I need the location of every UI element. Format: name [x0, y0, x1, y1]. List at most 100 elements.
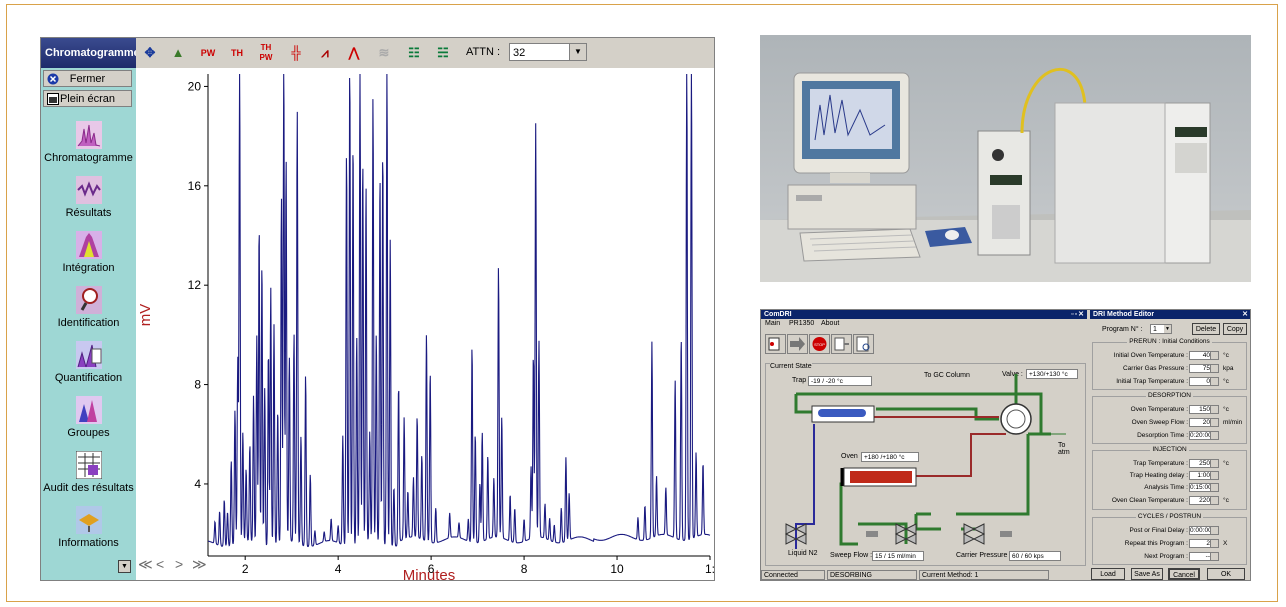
ok-button[interactable]: OK: [1207, 568, 1245, 580]
field-input[interactable]: 0:15:00: [1189, 483, 1219, 492]
field-input[interactable]: --: [1189, 552, 1219, 561]
save-as-button[interactable]: Save As: [1131, 568, 1163, 580]
field-row: Oven Clean Temperature :220 °c: [1093, 496, 1248, 506]
nav-label: Chromatogramme: [44, 152, 133, 164]
chromatogram-chart: 481216202468101:mVMinutes: [137, 73, 715, 584]
menu-pr1350[interactable]: PR1350: [789, 320, 814, 327]
field-input[interactable]: 0:20:00: [1189, 431, 1219, 440]
field-input[interactable]: 0: [1189, 377, 1219, 386]
field-row: Initial Trap Temperature :0 °c: [1093, 377, 1248, 387]
spinner-icon[interactable]: [1210, 352, 1218, 359]
identification-icon: [75, 286, 102, 314]
last-arrow[interactable]: ≫: [192, 556, 207, 573]
spinner-icon[interactable]: [1210, 527, 1218, 534]
field-input[interactable]: 2: [1189, 539, 1219, 548]
report-icon: [856, 336, 870, 352]
spinner-icon[interactable]: [1210, 484, 1218, 491]
program-select[interactable]: 1 ▼: [1150, 324, 1172, 334]
delete-button[interactable]: Delete: [1192, 323, 1220, 335]
field-label: Next Program :: [1144, 553, 1188, 560]
spinner-icon[interactable]: [1210, 497, 1218, 504]
th-icon[interactable]: TH: [227, 43, 247, 63]
add-baseline-icon[interactable]: ╬: [286, 43, 306, 63]
program-value: 1: [1153, 326, 1157, 333]
nav-label: Groupes: [67, 427, 110, 439]
field-input[interactable]: 40: [1189, 351, 1219, 360]
nav-audit[interactable]: Audit des résultats: [41, 451, 136, 507]
prev-arrow[interactable]: <: [156, 556, 164, 572]
window-controls-icon[interactable]: ▫▫✕: [1071, 310, 1085, 319]
y-axis-label: mV: [137, 304, 154, 327]
nav-resultats[interactable]: Résultats: [41, 176, 136, 232]
field-input[interactable]: 75: [1189, 364, 1219, 373]
overlay-icon[interactable]: ≋: [374, 43, 394, 63]
spinner-icon[interactable]: [1210, 378, 1218, 385]
next-arrow[interactable]: >: [175, 556, 183, 572]
spinner-icon[interactable]: [1210, 553, 1218, 560]
nav-groupes[interactable]: Groupes: [41, 396, 136, 452]
attn-select[interactable]: 32 ▼: [509, 43, 587, 61]
spinner-icon[interactable]: [1210, 406, 1218, 413]
nav-chromatogramme[interactable]: Chromatogramme: [41, 121, 136, 177]
move-icon[interactable]: ✥: [140, 43, 160, 63]
x-tick-label: 4: [335, 562, 342, 576]
field-label: Initial Trap Temperature :: [1116, 378, 1188, 385]
nav-quantification[interactable]: Quantification: [41, 341, 136, 397]
field-input[interactable]: 0:00:00: [1189, 526, 1219, 535]
spinner-icon[interactable]: [1210, 419, 1218, 426]
first-arrow[interactable]: ≪: [138, 556, 153, 573]
nav-informations[interactable]: Informations: [41, 506, 136, 562]
report-icon[interactable]: ☵: [433, 43, 453, 63]
close-icon[interactable]: ✕: [1242, 310, 1248, 319]
scroll-down-button[interactable]: ▼: [118, 560, 131, 573]
field-label: Trap Temperature :: [1133, 460, 1188, 467]
nav-identification[interactable]: Identification: [41, 286, 136, 342]
field-label: Oven Clean Temperature :: [1111, 497, 1188, 504]
copy-button[interactable]: Copy: [1223, 323, 1247, 335]
comdri-window: ComDRI ▫▫✕ Main PR1350 About STOP Curren…: [760, 309, 1251, 581]
editor-title: DRI Method Editor: [1093, 311, 1155, 318]
fullscreen-icon: [47, 93, 59, 105]
chevron-down-icon[interactable]: ▼: [1164, 325, 1171, 333]
curve-icon[interactable]: ⋀: [344, 43, 364, 63]
field-input[interactable]: 250: [1189, 459, 1219, 468]
spinner-icon[interactable]: [1210, 472, 1218, 479]
close-button[interactable]: Fermer: [43, 70, 132, 87]
cancel-button[interactable]: Cancel: [1168, 568, 1200, 580]
menu-main[interactable]: Main: [765, 320, 780, 327]
stop-button[interactable]: STOP: [809, 334, 830, 354]
chromatogram-icon: [75, 121, 102, 149]
start-button[interactable]: [787, 334, 808, 354]
stop-icon: STOP: [812, 337, 827, 351]
compare-icon[interactable]: ☷: [404, 43, 424, 63]
menu-about[interactable]: About: [821, 320, 839, 327]
field-row: Analysis Time :0:15:00: [1093, 483, 1248, 493]
nav-integration[interactable]: Intégration: [41, 231, 136, 287]
field-unit: °c: [1223, 460, 1229, 467]
field-input[interactable]: 20: [1189, 418, 1219, 427]
spinner-icon[interactable]: [1210, 432, 1218, 439]
nav-label: Résultats: [65, 207, 112, 219]
connect-button[interactable]: [765, 334, 786, 354]
peak-icon[interactable]: ▲: [168, 43, 188, 63]
th-pw-icon[interactable]: TH PW: [256, 43, 276, 63]
spinner-icon[interactable]: [1210, 365, 1218, 372]
fullscreen-label: Plein écran: [59, 93, 116, 105]
fullscreen-button[interactable]: Plein écran: [43, 90, 132, 107]
field-unit: °c: [1223, 378, 1229, 385]
chevron-down-icon[interactable]: ▼: [569, 44, 586, 60]
audit-icon: [75, 451, 102, 479]
load-from-button[interactable]: Load From: [1091, 568, 1125, 580]
spinner-icon[interactable]: [1210, 460, 1218, 467]
chromatogram-window: Chromatogramme ✥ ▲ PW TH TH PW ╬ ⩘ ⋀ ≋ ☷ …: [40, 37, 715, 584]
manual-integrate-icon[interactable]: ⩘: [315, 43, 335, 63]
close-label: Fermer: [69, 73, 106, 85]
spinner-icon[interactable]: [1210, 540, 1218, 547]
field-input[interactable]: 1:00: [1189, 471, 1219, 480]
method-button[interactable]: [831, 334, 852, 354]
pw-icon[interactable]: PW: [198, 43, 218, 63]
report-button[interactable]: [853, 334, 874, 354]
field-input[interactable]: 150: [1189, 405, 1219, 414]
status-state: DESORBING: [827, 570, 917, 580]
field-input[interactable]: 220: [1189, 496, 1219, 505]
